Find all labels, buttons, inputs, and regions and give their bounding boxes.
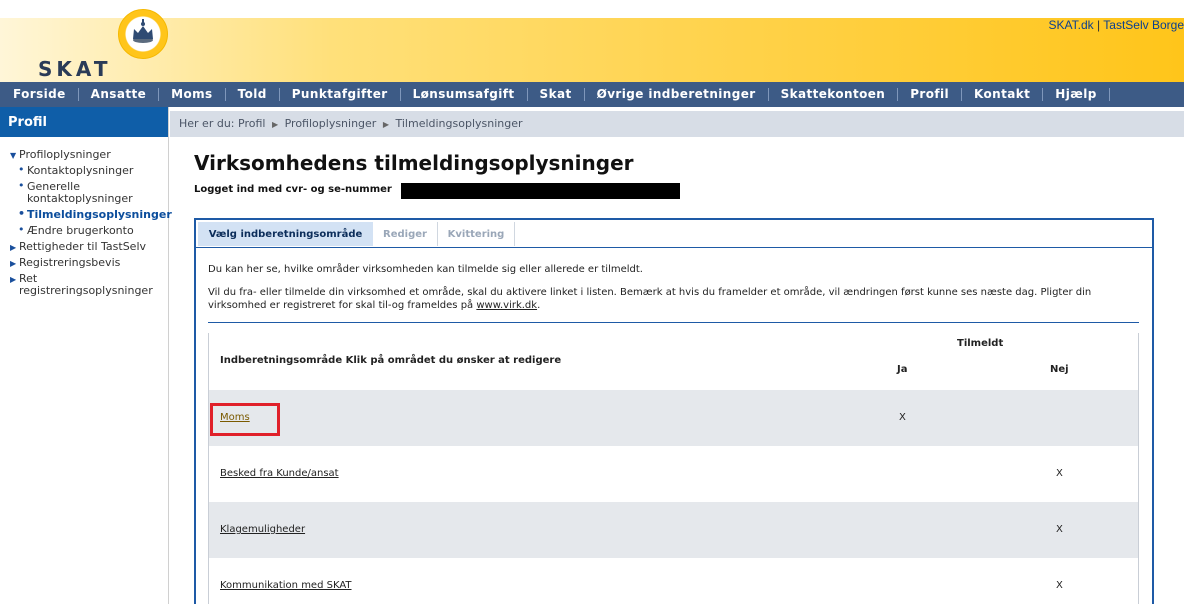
sidebar: Profil ▼ Profiloplysninger • Kontaktoplysn… xyxy=(0,107,172,604)
breadcrumb-arrow-icon: ▶ xyxy=(382,120,389,129)
table-row: Kommunikation med SKAT X xyxy=(209,558,1138,604)
cell-ja: X xyxy=(899,412,906,423)
cvr-number-redacted xyxy=(401,183,680,199)
intro-text-body: Vil du fra- eller tilmelde din virksomhe… xyxy=(208,287,1092,311)
top-links-separator: | xyxy=(1097,18,1101,32)
top-links: SKAT.dk | TastSelv Borge xyxy=(1049,18,1184,32)
breadcrumb-item-current: Tilmeldingsoplysninger xyxy=(395,117,523,130)
nav-punktafgifter[interactable]: Punktafgifter xyxy=(292,88,401,101)
nav-forside[interactable]: Forside xyxy=(13,88,79,101)
sidebar-item-kontaktoplysninger[interactable]: • Kontaktoplysninger xyxy=(0,163,168,177)
nav-moms[interactable]: Moms xyxy=(171,88,226,101)
bullet-icon: • xyxy=(18,223,25,236)
area-link-besked[interactable]: Besked fra Kunde/ansat xyxy=(220,468,339,479)
sidebar-item-label: Kontaktoplysninger xyxy=(27,164,134,177)
nav-ansatte[interactable]: Ansatte xyxy=(91,88,160,101)
header-tilmeldt: Tilmeldt xyxy=(957,338,1004,349)
table-row: Moms X xyxy=(209,390,1138,446)
crown-icon xyxy=(133,19,153,43)
sidebar-item-label: Rettigheder til TastSelv xyxy=(19,240,147,253)
tab-kvittering: Kvittering xyxy=(438,222,515,246)
sidebar-item-ret-registreringsoplysninger[interactable]: ▶ Ret registreringsoplysninger xyxy=(0,273,168,297)
triangle-down-icon: ▼ xyxy=(10,151,17,160)
table-row: Besked fra Kunde/ansat X xyxy=(209,446,1138,502)
sidebar-item-profiloplysninger[interactable]: ▼ Profiloplysninger xyxy=(0,149,168,161)
nav-lonsumsafgift[interactable]: Lønsumsafgift xyxy=(413,88,528,101)
site-header: SKAT SKAT.dk | TastSelv Borge xyxy=(0,0,1184,82)
triangle-right-icon: ▶ xyxy=(10,275,17,284)
sidebar-title: Profil xyxy=(0,107,168,137)
breadcrumb-prefix: Her er du: xyxy=(179,117,235,130)
breadcrumb: Her er du: Profil ▶ Profiloplysninger ▶ … xyxy=(170,111,1184,137)
registration-table: Tilmeldt Indberetningsområde Klik på omr… xyxy=(208,333,1139,604)
area-link-moms[interactable]: Moms xyxy=(220,412,250,423)
intro-text: Du kan her se, hvilke områder virksomhed… xyxy=(208,263,1138,322)
triangle-right-icon: ▶ xyxy=(10,243,17,252)
cell-nej: X xyxy=(1056,524,1063,535)
virk-dk-link[interactable]: www.virk.dk xyxy=(476,300,537,311)
skat-dk-link[interactable]: SKAT.dk xyxy=(1049,18,1094,32)
sidebar-item-label: Ret registreringsoplysninger xyxy=(19,272,153,297)
skat-logo[interactable]: SKAT xyxy=(38,57,111,81)
intro-paragraph-2: Vil du fra- eller tilmelde din virksomhe… xyxy=(208,286,1138,312)
header-ja: Ja xyxy=(897,364,908,375)
sidebar-item-label: Tilmeldingsoplysninger xyxy=(27,208,172,221)
nav-kontakt[interactable]: Kontakt xyxy=(974,88,1044,101)
nav-hjaelp[interactable]: Hjælp xyxy=(1055,88,1110,101)
nav-skattekontoen[interactable]: Skattekontoen xyxy=(781,88,899,101)
bullet-icon: • xyxy=(18,207,26,220)
tab-vaelg-indberetningsomraade[interactable]: Vælg indberetningsområde xyxy=(198,222,373,246)
sidebar-item-label: Profiloplysninger xyxy=(19,148,111,161)
sidebar-item-label: Ændre brugerkonto xyxy=(27,224,134,237)
nav-skat[interactable]: Skat xyxy=(540,88,585,101)
sidebar-item-label: Generelle kontaktoplysninger xyxy=(27,180,133,205)
tab-bar: Vælg indberetningsområde Rediger Kvitter… xyxy=(196,220,1152,248)
bullet-icon: • xyxy=(18,163,25,176)
sidebar-item-label: Registreringsbevis xyxy=(19,256,121,269)
breadcrumb-arrow-icon: ▶ xyxy=(271,120,279,129)
sidebar-item-rettigheder[interactable]: ▶ Rettigheder til TastSelv xyxy=(0,241,168,253)
breadcrumb-item-profiloplysninger[interactable]: Profiloplysninger xyxy=(285,117,377,130)
sidebar-menu: ▼ Profiloplysninger • Kontaktoplysninger •… xyxy=(0,137,172,297)
area-link-kommunikation[interactable]: Kommunikation med SKAT xyxy=(220,580,352,591)
nav-told[interactable]: Told xyxy=(238,88,280,101)
login-label: Logget ind med cvr- og se-nummer xyxy=(194,184,392,195)
header-nej: Nej xyxy=(1050,364,1069,375)
header-band xyxy=(0,18,1184,82)
triangle-right-icon: ▶ xyxy=(10,259,17,268)
intro-paragraph-1: Du kan her se, hvilke områder virksomhed… xyxy=(208,264,643,275)
sidebar-item-tilmeldingsoplysninger[interactable]: • Tilmeldingsoplysninger xyxy=(0,207,172,221)
sidebar-item-generelle-kontaktoplysninger[interactable]: • Generelle kontaktoplysninger xyxy=(0,179,168,205)
sidebar-item-aendre-brugerkonto[interactable]: • Ændre brugerkonto xyxy=(0,223,168,237)
nav-profil[interactable]: Profil xyxy=(910,88,963,101)
intro-period: . xyxy=(537,300,541,311)
header-area: Indberetningsområde Klik på området du ø… xyxy=(220,355,562,366)
registration-panel: Vælg indberetningsområde Rediger Kvitter… xyxy=(194,218,1154,604)
bullet-icon: • xyxy=(18,179,25,192)
tab-rediger: Rediger xyxy=(373,222,438,246)
main-navigation: Forside Ansatte Moms Told Punktafgifter … xyxy=(0,82,1184,107)
table-row: Klagemuligheder X xyxy=(209,502,1138,558)
cell-nej: X xyxy=(1056,468,1063,479)
tastselv-link[interactable]: TastSelv Borge xyxy=(1103,18,1184,32)
breadcrumb-item-profil[interactable]: Profil xyxy=(238,117,265,130)
sidebar-item-registreringsbevis[interactable]: ▶ Registreringsbevis xyxy=(0,257,168,269)
nav-ovrige-indberetninger[interactable]: Øvrige indberetninger xyxy=(597,88,769,101)
divider xyxy=(208,322,1139,323)
cell-nej: X xyxy=(1056,580,1063,591)
area-link-klagemuligheder[interactable]: Klagemuligheder xyxy=(220,524,305,535)
page-title: Virksomhedens tilmeldingsoplysninger xyxy=(194,151,634,175)
